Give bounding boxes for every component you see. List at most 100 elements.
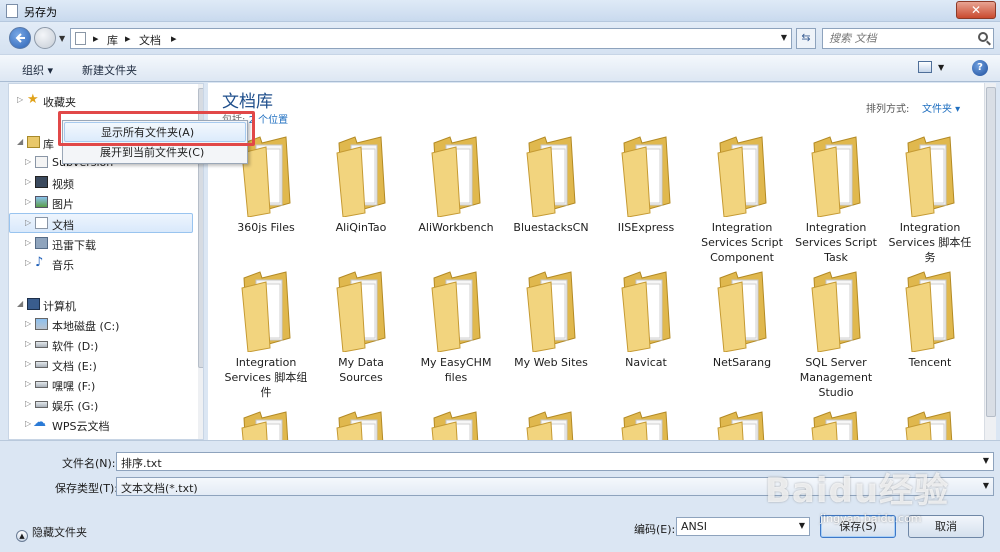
folder-item-partial[interactable] [505, 408, 597, 440]
folder-item[interactable]: My Data Sources [315, 268, 407, 396]
folder-icon [525, 133, 579, 218]
recent-pages-dropdown[interactable]: ▼ [59, 34, 65, 43]
folder-item[interactable]: Navicat [600, 268, 692, 396]
breadcrumb-documents[interactable]: 文档 [139, 32, 161, 48]
nav-item-drive-e[interactable]: ▷ 文档 (E:) [9, 355, 193, 375]
folder-label: Integration Services 脚本组件 [224, 356, 308, 399]
chevron-down-icon[interactable]: ▼ [781, 33, 787, 42]
expand-arrow-icon[interactable]: ▷ [25, 419, 31, 428]
view-dropdown[interactable]: ▼ [938, 63, 944, 72]
refresh-button[interactable]: ⇆ [796, 28, 816, 49]
help-icon[interactable]: ? [972, 60, 988, 76]
folder-item-partial[interactable] [696, 408, 788, 440]
system-drive-icon [35, 318, 48, 330]
expand-arrow-icon[interactable]: ▷ [25, 177, 31, 186]
search-box[interactable] [822, 28, 994, 49]
folder-item[interactable]: Integration Services 脚本组件 [220, 268, 312, 399]
search-icon[interactable] [978, 32, 988, 42]
folder-icon [716, 268, 770, 353]
nav-item-computer[interactable]: ◢ 计算机 [9, 295, 193, 315]
scrollbar-thumb[interactable] [986, 87, 996, 417]
folder-item-partial[interactable] [600, 408, 692, 440]
expand-arrow-icon[interactable]: ▷ [25, 238, 31, 247]
filename-value[interactable]: 排序.txt [121, 455, 162, 471]
folder-item-partial[interactable] [220, 408, 312, 440]
expand-arrow-icon[interactable]: ▷ [17, 95, 23, 104]
folder-item-partial[interactable] [410, 408, 502, 440]
folder-icon [430, 408, 484, 440]
folder-item-partial[interactable] [315, 408, 407, 440]
nav-item-wps-cloud[interactable]: ▷ ☁ WPS云文档 [9, 415, 193, 435]
folder-icon [810, 268, 864, 353]
folder-item[interactable]: IISExpress [600, 133, 692, 261]
forward-button[interactable] [34, 27, 56, 49]
folder-item[interactable]: BluestacksCN [505, 133, 597, 261]
nav-item-favorites[interactable]: ▷ ★ 收藏夹 [9, 91, 193, 111]
breadcrumb-library[interactable]: 库 [107, 32, 118, 48]
nav-item-drive-g[interactable]: ▷ 娱乐 (G:) [9, 395, 193, 415]
folder-item-partial[interactable] [790, 408, 882, 440]
breadcrumb-separator[interactable]: ▸ [125, 32, 131, 45]
back-button[interactable] [9, 27, 31, 49]
arrange-by-dropdown[interactable]: 文件夹 ▾ [922, 100, 960, 115]
folder-item[interactable]: Integration Services Script Component [696, 133, 788, 264]
expand-arrow-icon[interactable]: ▷ [25, 218, 31, 227]
address-bar[interactable]: ▸ 库 ▸ 文档 ▸ ▼ [70, 28, 792, 49]
collapse-arrow-icon[interactable]: ◢ [17, 137, 23, 146]
content-scrollbar[interactable] [984, 83, 996, 440]
nav-item-drive-f[interactable]: ▷ 嘿嘿 (F:) [9, 375, 193, 395]
expand-arrow-icon[interactable]: ▷ [25, 157, 31, 166]
encoding-select[interactable]: ANSI ▼ [676, 517, 810, 536]
nav-item-thunder-downloads[interactable]: ▷ 迅雷下载 [9, 234, 193, 254]
expand-arrow-icon[interactable]: ▷ [25, 319, 31, 328]
folder-item[interactable]: SQL Server Management Studio [790, 268, 882, 399]
library-icon [27, 136, 40, 148]
folder-icon [904, 268, 958, 353]
organize-button[interactable]: 组织 ▾ [22, 62, 53, 78]
folder-icon [430, 268, 484, 353]
nav-item-videos[interactable]: ▷ 视频 [9, 173, 193, 193]
expand-arrow-icon[interactable]: ▷ [25, 339, 31, 348]
folder-item[interactable]: NetSarang [696, 268, 788, 396]
picture-icon [35, 196, 48, 208]
chevron-down-icon[interactable]: ▼ [983, 481, 989, 490]
chevron-down-icon[interactable]: ▼ [983, 456, 989, 465]
chevron-down-icon[interactable]: ▼ [799, 521, 805, 530]
folder-icon [904, 408, 958, 440]
search-input[interactable] [829, 32, 969, 45]
folder-icon [716, 408, 770, 440]
folder-item-partial[interactable] [884, 408, 976, 440]
drive-icon [35, 381, 48, 388]
folder-item[interactable]: My EasyCHM files [410, 268, 502, 396]
folder-item[interactable]: Integration Services Script Task [790, 133, 882, 264]
view-options-icon[interactable] [918, 61, 932, 73]
document-icon [35, 217, 48, 229]
folder-label: Tencent [908, 356, 952, 369]
expand-arrow-icon[interactable]: ▷ [25, 197, 31, 206]
expand-arrow-icon[interactable]: ▷ [25, 258, 31, 267]
breadcrumb-separator[interactable]: ▸ [171, 32, 177, 45]
nav-item-documents[interactable]: ▷ 文档 [9, 213, 193, 233]
nav-item-music[interactable]: ▷ ♪ 音乐 [9, 254, 193, 274]
nav-item-pictures[interactable]: ▷ 图片 [9, 193, 193, 213]
nav-item-drive-d[interactable]: ▷ 软件 (D:) [9, 335, 193, 355]
menu-item-expand-to-current[interactable]: 展开到当前文件夹(C) [64, 143, 246, 163]
new-folder-button[interactable]: 新建文件夹 [82, 62, 137, 78]
close-button[interactable]: ✕ [956, 1, 996, 19]
title-bar: 另存为 ✕ [0, 0, 1000, 22]
folder-item[interactable]: AliQinTao [315, 133, 407, 261]
hide-folders-button[interactable]: ▲ 隐藏文件夹 [16, 524, 87, 542]
folder-item[interactable]: My Web Sites [505, 268, 597, 396]
folder-item[interactable]: AliWorkbench [410, 133, 502, 261]
expand-arrow-icon[interactable]: ▷ [25, 359, 31, 368]
folder-icon [240, 408, 294, 440]
expand-arrow-icon[interactable]: ▷ [25, 399, 31, 408]
expand-arrow-icon[interactable]: ▷ [25, 379, 31, 388]
drive-icon [35, 401, 48, 408]
folder-item[interactable]: Tencent [884, 268, 976, 396]
folder-label: Integration Services 脚本任务 [888, 221, 972, 264]
collapse-arrow-icon[interactable]: ◢ [17, 299, 23, 308]
nav-item-drive-c[interactable]: ▷ 本地磁盘 (C:) [9, 315, 193, 335]
breadcrumb-separator[interactable]: ▸ [93, 32, 99, 45]
folder-item[interactable]: Integration Services 脚本任务 [884, 133, 976, 264]
